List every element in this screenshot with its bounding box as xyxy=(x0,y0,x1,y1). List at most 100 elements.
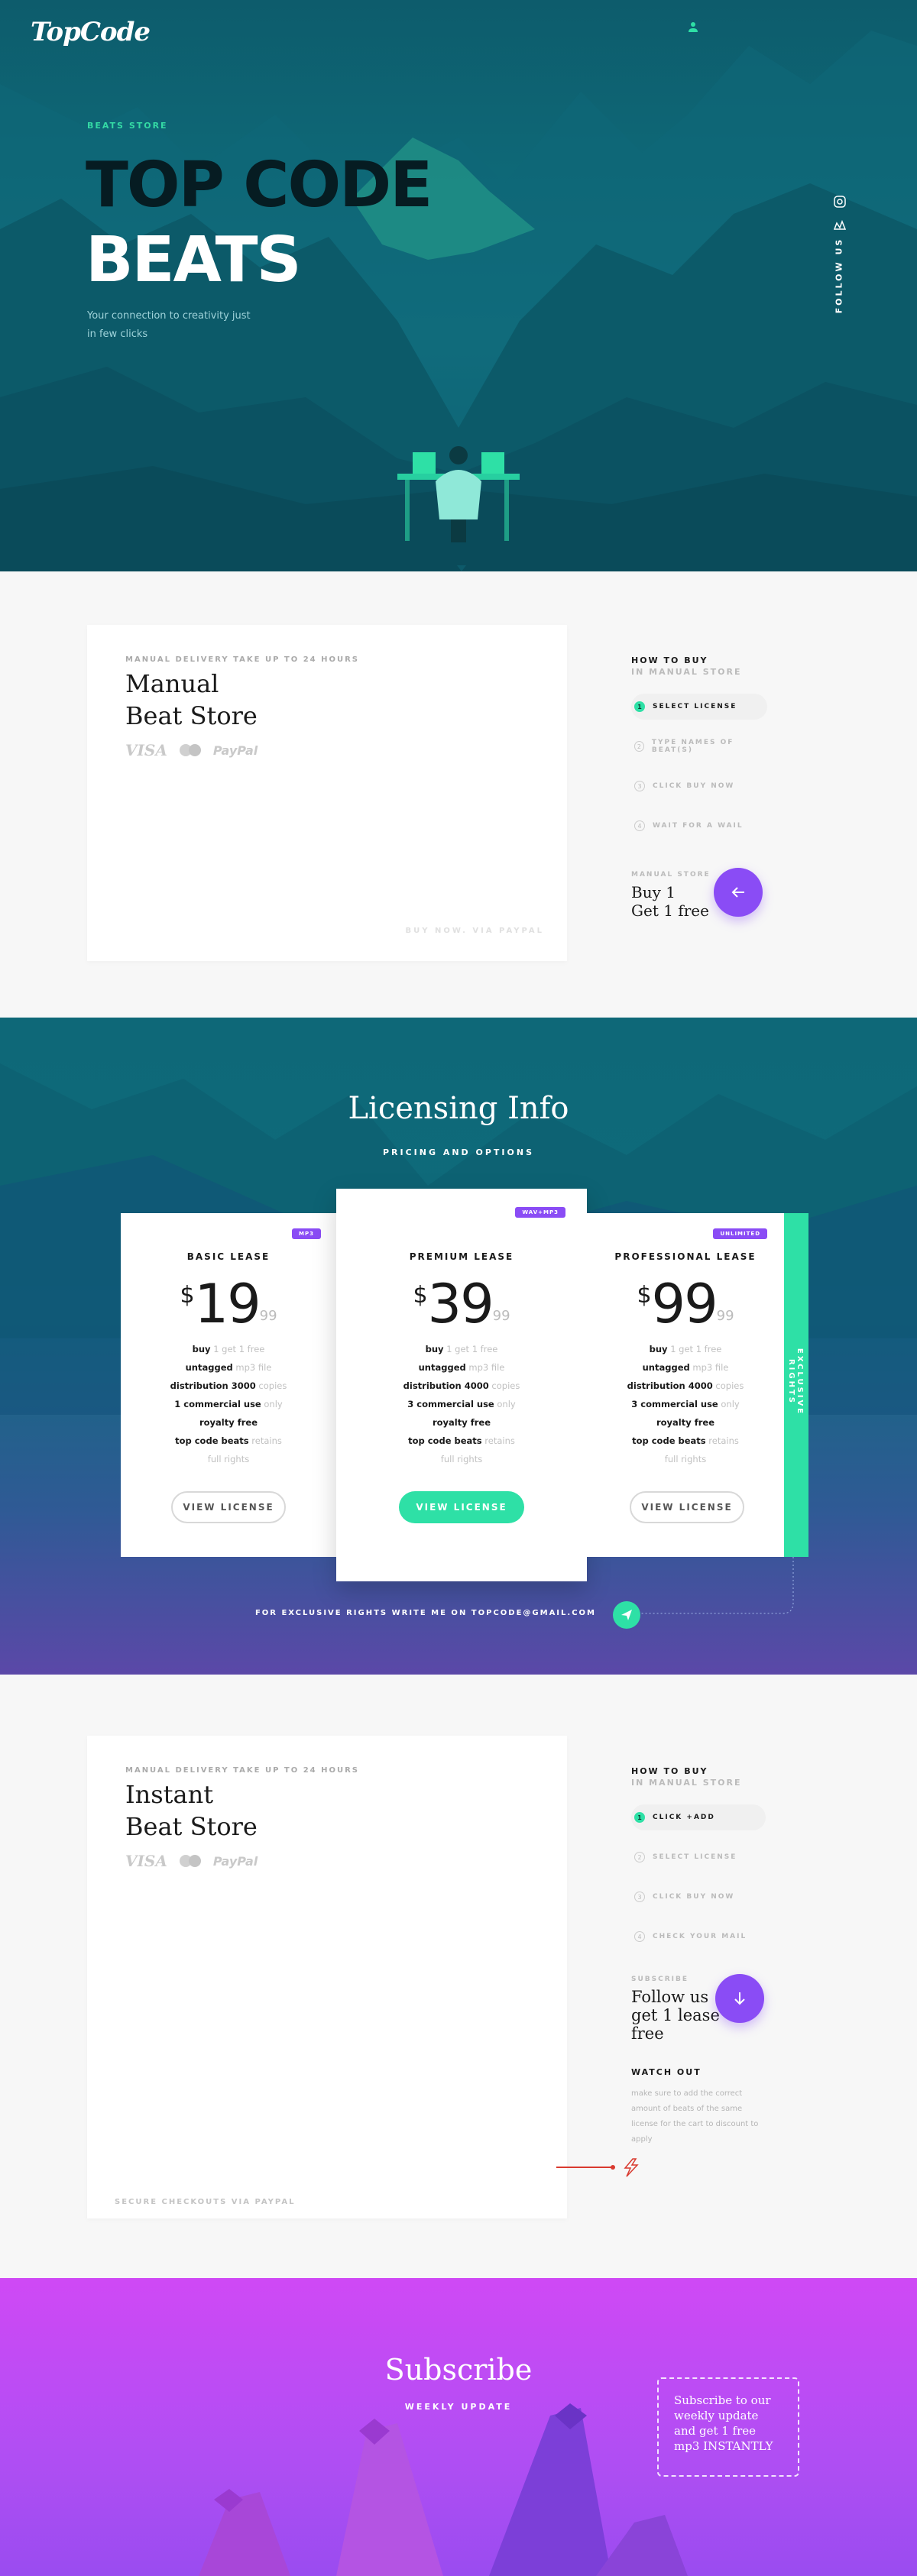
step-label: SELECT LICENSE xyxy=(653,1853,737,1861)
step-label: WAIT FOR A WAIL xyxy=(653,822,744,830)
feature-row: royalty free xyxy=(199,1417,258,1428)
manual-howto: HOW TO BUY IN MANUAL STORE 1 SELECT LICEN… xyxy=(631,655,784,853)
hero-eyebrow: BEATS STORE xyxy=(87,121,168,131)
exclusive-rights-bar[interactable]: EXCLUSIVE RIGHTS xyxy=(784,1213,808,1557)
price-amount: 39 xyxy=(427,1273,494,1335)
plan-name: PREMIUM LEASE xyxy=(409,1251,514,1262)
hero-section: TopCode BEATS STORE TOP CODE BEATS Your … xyxy=(0,0,917,571)
promo-line: Buy 1 xyxy=(631,883,676,901)
follow-us: FOLLOW US xyxy=(831,196,848,318)
user-icon[interactable] xyxy=(688,21,698,32)
price-currency: $ xyxy=(413,1282,428,1309)
promo-text: Buy 1 Get 1 free xyxy=(631,883,711,920)
feature-row: 3 commercial use only xyxy=(407,1399,516,1409)
send-email-button[interactable] xyxy=(613,1601,640,1629)
soundcloud-icon[interactable] xyxy=(833,220,847,232)
step-number: 3 xyxy=(634,781,645,791)
hero-subtitle: Your connection to creativity just in fe… xyxy=(87,310,251,340)
step-click-buy[interactable]: 3 CLICK BUY NOW xyxy=(631,1884,767,1910)
manual-title-line2: Beat Store xyxy=(125,701,258,730)
step-number: 3 xyxy=(634,1892,645,1902)
step-click-buy[interactable]: 3 CLICK BUY NOW xyxy=(631,773,767,799)
plan-badge: MP3 xyxy=(292,1228,321,1239)
feature-row: full rights xyxy=(207,1454,250,1464)
manual-title-line1: Manual xyxy=(125,669,219,698)
promo-text: Follow us get 1 lease free xyxy=(631,1988,720,2043)
mastercard-icon xyxy=(179,744,201,756)
price-currency: $ xyxy=(180,1282,195,1309)
instant-store-title: Instant Beat Store xyxy=(125,1778,258,1843)
step-number: 1 xyxy=(634,1812,645,1823)
site-logo[interactable]: TopCode xyxy=(31,17,151,47)
view-license-button-basic[interactable]: VIEW LICENSE xyxy=(171,1491,286,1523)
step-check-mail[interactable]: 4 CHECK YOUR MAIL xyxy=(631,1924,767,1950)
plan-badge: WAV+MP3 xyxy=(515,1207,565,1218)
instant-store-section: MANUAL DELIVERY TAKE UP TO 24 HOURS Inst… xyxy=(0,1675,917,2278)
step-label: CLICK BUY NOW xyxy=(653,1893,735,1901)
price-cents: 99 xyxy=(259,1308,277,1324)
howto-title: HOW TO BUY xyxy=(631,655,708,665)
promo-line: get 1 lease xyxy=(631,2006,720,2024)
feature-row: buy 1 get 1 free xyxy=(192,1344,265,1354)
step-number: 4 xyxy=(634,820,645,831)
step-number: 4 xyxy=(634,1931,645,1942)
exclusive-rights-note: FOR EXCLUSIVE RIGHTS WRITE ME ON TOPCODE… xyxy=(254,1609,596,1617)
feature-row: full rights xyxy=(440,1454,483,1464)
hero-title: TOP CODE BEATS xyxy=(86,148,433,298)
view-license-button-professional[interactable]: VIEW LICENSE xyxy=(630,1491,744,1523)
producer-desk-illustration xyxy=(397,446,520,542)
feature-row: 3 commercial use only xyxy=(631,1399,740,1409)
instant-title-line2: Beat Store xyxy=(125,1812,258,1841)
feature-row: buy 1 get 1 free xyxy=(425,1344,498,1354)
buy-now-link[interactable]: BUY NOW. VIA PAYPAL xyxy=(406,927,544,935)
plan-card-professional: UNLIMITED PROFESSIONAL LEASE $99 99 buy 1… xyxy=(587,1213,784,1557)
arrow-left-icon xyxy=(731,887,744,898)
step-wait[interactable]: 4 WAIT FOR A WAIL xyxy=(631,813,767,839)
watch-out: WATCH OUT make sure to add the correct a… xyxy=(631,2067,769,2147)
manual-store-title: Manual Beat Store xyxy=(125,668,258,732)
paper-plane-icon xyxy=(621,1610,632,1620)
plan-card-basic: MP3 BASIC LEASE $19 99 buy 1 get 1 free u… xyxy=(121,1213,336,1557)
price-cents: 99 xyxy=(716,1308,734,1324)
plan-card-premium: WAV+MP3 PREMIUM LEASE $39 99 buy 1 get 1 … xyxy=(336,1189,587,1581)
feature-row: buy 1 get 1 free xyxy=(649,1344,722,1354)
instant-delivery-tag: MANUAL DELIVERY TAKE UP TO 24 HOURS xyxy=(125,1766,360,1775)
secure-checkout-note: SECURE CHECKOUTS VIA PAYPAL xyxy=(115,2198,296,2206)
back-arrow-button[interactable] xyxy=(714,868,763,917)
view-license-button-premium[interactable]: VIEW LICENSE xyxy=(399,1491,524,1523)
step-select-license[interactable]: 1 SELECT LICENSE xyxy=(631,694,767,720)
manual-promo: MANUAL STORE Buy 1 Get 1 free xyxy=(631,871,711,920)
step-label: CLICK +ADD xyxy=(653,1814,715,1821)
plan-name: BASIC LEASE xyxy=(186,1251,271,1262)
feature-row: top code beats retains xyxy=(175,1435,282,1446)
instagram-icon[interactable] xyxy=(834,196,846,208)
feature-row: distribution 4000 copies xyxy=(627,1380,744,1391)
step-select-license[interactable]: 2 SELECT LICENSE xyxy=(631,1844,767,1870)
paypal-logo: PayPal xyxy=(212,1853,258,1869)
hero-title-line2: BEATS xyxy=(86,224,302,296)
howto-subtitle: IN MANUAL STORE xyxy=(631,1778,742,1788)
plan-price: $19 99 xyxy=(121,1277,336,1331)
plan-name: PROFESSIONAL LEASE xyxy=(614,1251,757,1262)
visa-logo: VISA xyxy=(125,741,167,759)
step-number: 1 xyxy=(634,701,645,712)
scroll-down-button[interactable] xyxy=(715,1974,764,2023)
manual-store-section: MANUAL DELIVERY TAKE UP TO 24 HOURS Manu… xyxy=(0,571,917,1018)
instant-promo: SUBSCRIBE Follow us get 1 lease free xyxy=(631,1976,720,2043)
step-label: SELECT LICENSE xyxy=(653,703,737,710)
step-type-names[interactable]: 2 TYPE NAMES OF BEAT(S) xyxy=(631,733,767,759)
step-label: CLICK BUY NOW xyxy=(653,782,735,790)
subscribe-bubble[interactable]: Subscribe to our weekly update and get 1… xyxy=(657,2377,799,2477)
page: TopCode BEATS STORE TOP CODE BEATS Your … xyxy=(0,0,917,2576)
promo-line: Follow us xyxy=(631,1988,709,2006)
step-click-add[interactable]: 1 CLICK +ADD xyxy=(631,1804,766,1830)
plan-price: $99 99 xyxy=(587,1277,784,1331)
feature-row: distribution 4000 copies xyxy=(403,1380,520,1391)
step-label: CHECK YOUR MAIL xyxy=(653,1933,747,1940)
feature-row: untagged mp3 file xyxy=(418,1362,505,1373)
subscribe-section: Subscribe WEEKLY UPDATE Subscribe to our… xyxy=(0,2278,917,2576)
step-number: 2 xyxy=(634,741,644,752)
hero-scroll-arrow xyxy=(457,565,466,571)
feature-row: top code beats retains xyxy=(408,1435,515,1446)
hero-title-line1: TOP CODE xyxy=(86,149,433,222)
